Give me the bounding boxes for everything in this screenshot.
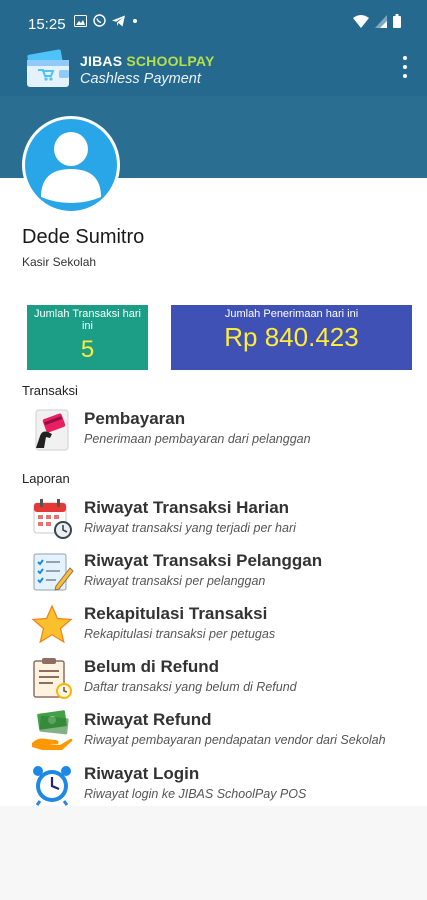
menu-item-riwayat-refund[interactable]: Riwayat Refund Riwayat pembayaran pendap… (28, 709, 418, 759)
menu-item-title: Rekapitulasi Transaksi (84, 604, 268, 623)
user-role: Kasir Sekolah (22, 255, 97, 269)
stat-revenue-label: Jumlah Penerimaan hari ini (224, 308, 359, 320)
menu-item-title: Belum di Refund (84, 657, 220, 676)
menu-item-rekapitulasi-transaksi[interactable]: Rekapitulasi Transaksi Rekapitulasi tran… (28, 603, 418, 653)
battery-icon (393, 14, 401, 28)
telegram-notification-icon (112, 15, 125, 26)
stat-transaction-count: Jumlah Transaksi hari ini 5 (27, 305, 148, 370)
menu-item-pembayaran[interactable]: Pembayaran Penerimaan pembayaran dari pe… (28, 408, 418, 458)
status-bar: 15:25 (0, 0, 427, 46)
section-laporan: Laporan (22, 471, 70, 486)
menu-item-desc: Daftar transaksi yang belum di Refund (84, 680, 297, 694)
menu-item-riwayat-login[interactable]: Riwayat Login Riwayat login ke JIBAS Sch… (28, 763, 418, 813)
star-icon (31, 604, 73, 644)
app-bar: JIBAS SCHOOLPAY Cashless Payment (0, 46, 427, 96)
stat-transaction-count-label: Jumlah Transaksi hari ini (34, 308, 141, 332)
wallet-logo-icon (27, 49, 69, 87)
clipboard-clock-icon (33, 658, 72, 699)
menu-item-title: Riwayat Transaksi Harian (84, 498, 290, 517)
stat-revenue: Jumlah Penerimaan hari ini Rp 840.423 (171, 305, 412, 370)
menu-item-riwayat-transaksi-pelanggan[interactable]: Riwayat Transaksi Pelanggan Riwayat tran… (28, 550, 418, 600)
menu-item-desc: Riwayat pembayaran pendapatan vendor dar… (84, 733, 386, 747)
menu-item-title: Riwayat Login (84, 764, 200, 783)
overflow-menu-button[interactable] (397, 56, 413, 78)
signal-icon (375, 14, 387, 28)
money-hand-icon (32, 710, 73, 750)
menu-item-title: Riwayat Transaksi Pelanggan (84, 551, 323, 570)
whatsapp-notification-icon (93, 14, 106, 27)
card-payment-icon (35, 409, 69, 451)
status-time: 15:25 (28, 16, 66, 33)
menu-item-desc: Riwayat transaksi per pelanggan (84, 574, 266, 588)
menu-item-desc: Riwayat transaksi yang terjadi per hari (84, 521, 296, 535)
gallery-notification-icon (74, 14, 87, 27)
user-name: Dede Sumitro (22, 226, 145, 248)
menu-item-desc: Riwayat login ke JIBAS SchoolPay POS (84, 787, 307, 801)
menu-item-desc: Rekapitulasi transaksi per petugas (84, 627, 276, 641)
checklist-pencil-icon (33, 553, 74, 591)
menu-item-belum-di-refund[interactable]: Belum di Refund Daftar transaksi yang be… (28, 656, 418, 706)
section-transaksi: Transaksi (22, 383, 78, 398)
stat-revenue-value: Rp 840.423 (224, 322, 359, 352)
avatar (22, 116, 120, 214)
menu-item-title: Riwayat Refund (84, 710, 212, 729)
menu-item-riwayat-transaksi-harian[interactable]: Riwayat Transaksi Harian Riwayat transak… (28, 497, 418, 547)
alarm-clock-icon (33, 766, 71, 806)
app-tagline: Cashless Payment (80, 71, 201, 87)
app-brand: JIBAS SCHOOLPAY (80, 53, 215, 69)
menu-item-desc: Penerimaan pembayaran dari pelanggan (84, 432, 311, 446)
user-icon (41, 132, 101, 203)
stat-transaction-count-value: 5 (80, 336, 95, 363)
more-notifications-icon (133, 18, 137, 23)
calendar-clock-icon (33, 499, 72, 539)
wifi-icon (353, 14, 369, 28)
menu-item-title: Pembayaran (84, 409, 186, 428)
